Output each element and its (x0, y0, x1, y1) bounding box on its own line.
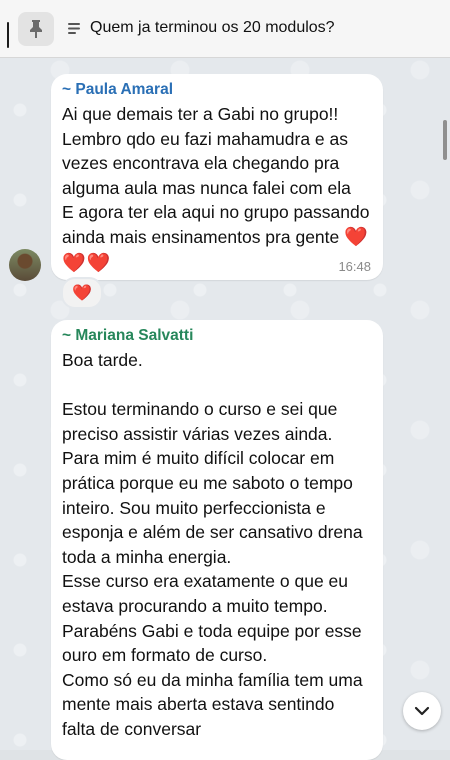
chevron-down-icon (414, 706, 430, 716)
pinned-message-title[interactable]: Quem ja terminou os 20 modulos? (90, 19, 335, 37)
pinned-indicator (7, 22, 9, 48)
pin-icon (30, 20, 42, 38)
message-time: 16:48 (338, 259, 371, 274)
message-bubble[interactable]: ~ Paula Amaral Ai que demais ter a Gabi … (51, 74, 383, 280)
message-body: Ai que demais ter a Gabi no grupo!! Lemb… (62, 104, 370, 247)
message-bubble[interactable]: ~ Mariana Salvatti Boa tarde. Estou term… (51, 320, 383, 760)
reaction-badge[interactable]: ❤️ (61, 277, 103, 309)
avatar[interactable] (9, 249, 41, 281)
text-lines-icon (68, 22, 82, 40)
sender-name[interactable]: ~ Mariana Salvatti (62, 326, 372, 346)
scroll-down-button[interactable] (403, 692, 441, 730)
pinned-message-bar[interactable]: Quem ja terminou os 20 modulos? (0, 0, 450, 58)
message-text: Boa tarde. Estou terminando o curso e se… (62, 350, 363, 739)
message-text: Ai que demais ter a Gabi no grupo!! Lemb… (62, 102, 372, 276)
pin-button[interactable] (18, 12, 54, 46)
sender-name[interactable]: ~ Paula Amaral (62, 80, 372, 100)
scrollbar[interactable] (443, 120, 447, 160)
